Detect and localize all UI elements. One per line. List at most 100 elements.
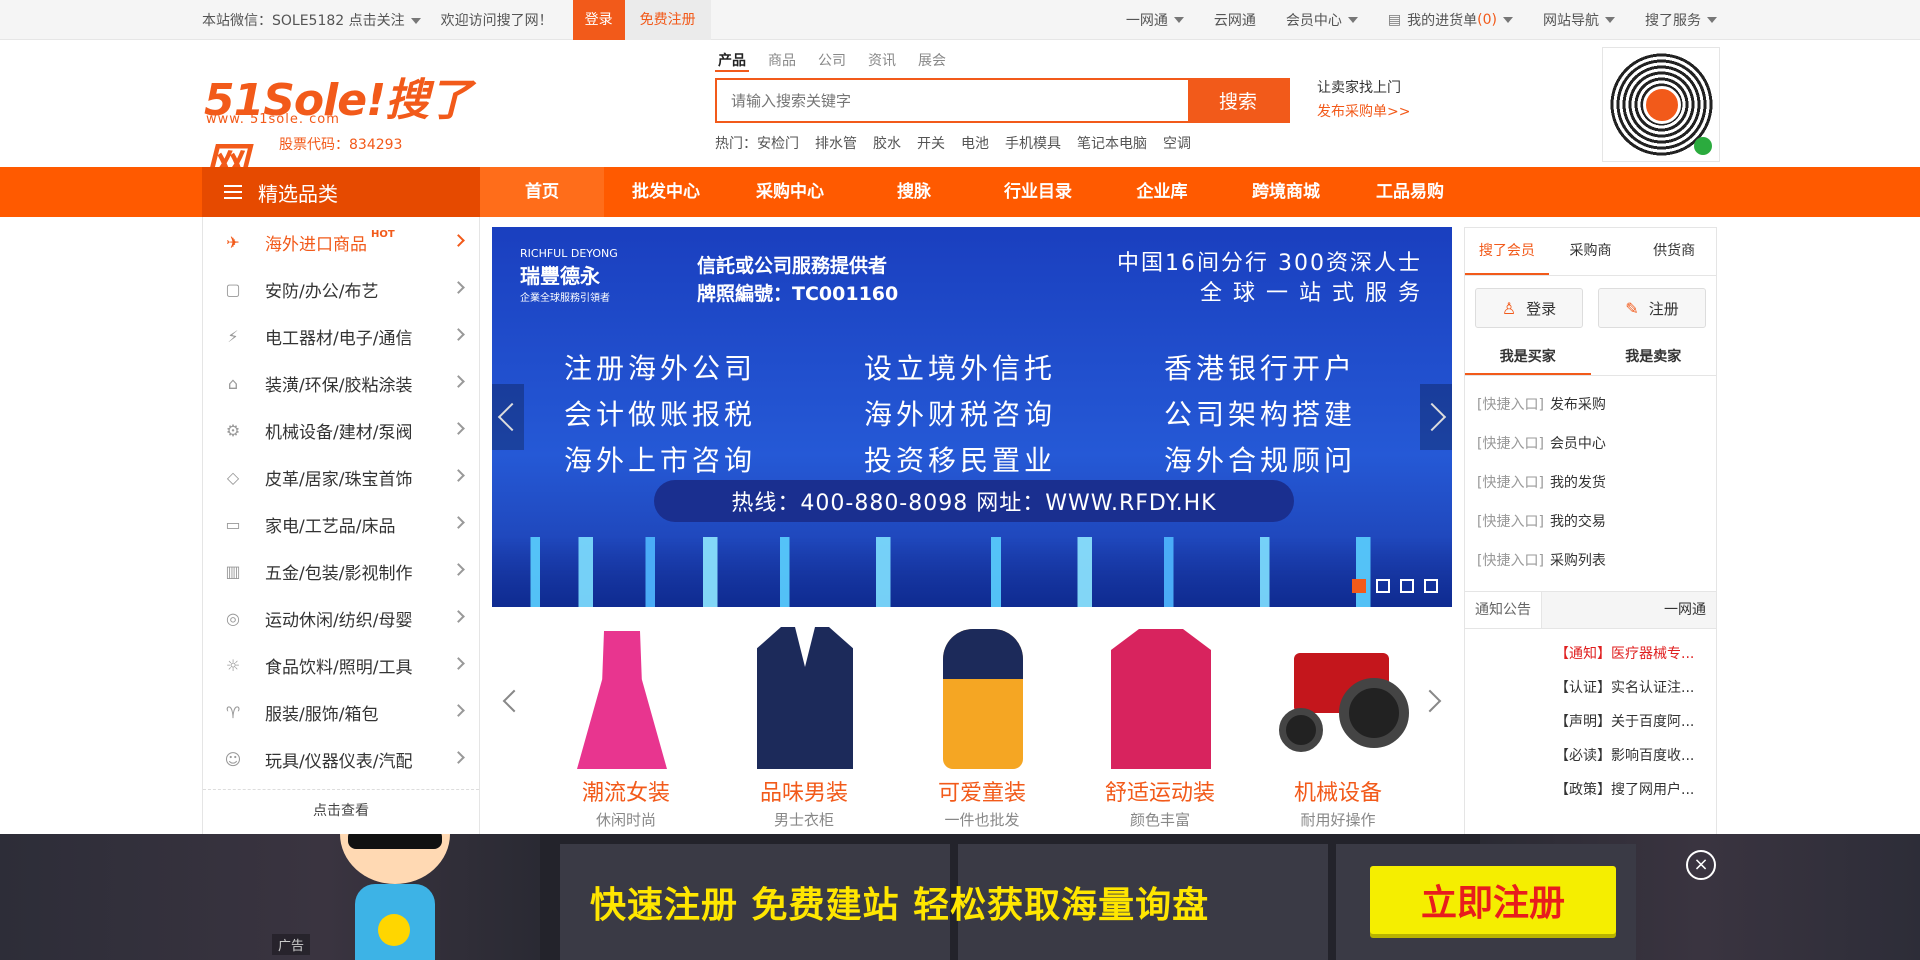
search-tab-goods[interactable]: 商品	[765, 48, 799, 72]
chevron-right-icon	[452, 704, 465, 717]
hot-keyword[interactable]: 开关	[917, 133, 945, 153]
quick-link[interactable]: [快捷入口] 我的交易	[1477, 501, 1704, 540]
yunwangtong-link[interactable]: 云网通	[1214, 10, 1256, 30]
quick-link[interactable]: [快捷入口] 采购列表	[1477, 540, 1704, 579]
category-item[interactable]: ◎ 运动休闲/纺织/母婴	[203, 595, 479, 642]
hardware-icon: ▥	[225, 561, 241, 581]
category-item[interactable]: ☼ 食品饮料/照明/工具	[203, 642, 479, 689]
banner-service: 香港银行开户	[1164, 352, 1357, 385]
banner-service: 设立境外信托	[864, 352, 1057, 385]
carousel-dot[interactable]	[1424, 579, 1438, 593]
quick-link[interactable]: [快捷入口] 我的发货	[1477, 462, 1704, 501]
notice-item[interactable]: 【通知】医疗器械专...	[1555, 643, 1704, 677]
carousel-dot[interactable]	[1376, 579, 1390, 593]
category-header[interactable]: 精选品类	[202, 167, 480, 217]
site-nav-menu[interactable]: 网站导航	[1543, 10, 1615, 30]
notice-item[interactable]: 【认证】实名认证注...	[1555, 677, 1704, 711]
nav-crossborder[interactable]: 跨境商城	[1224, 167, 1348, 217]
search-tab-news[interactable]: 资讯	[865, 48, 899, 72]
wechat-follow[interactable]: 本站微信：SOLE5182 点击关注	[202, 10, 421, 30]
order-list-menu[interactable]: ▤ 我的进货单 (0)	[1388, 10, 1513, 30]
nav-industry[interactable]: 行业目录	[976, 167, 1100, 217]
category-item[interactable]: ⌂ 装潢/环保/胶粘涂装	[203, 360, 479, 407]
notice-item[interactable]: 【政策】搜了网用户...	[1555, 779, 1704, 813]
category-item[interactable]: ⚡ 电工器材/电子/通信	[203, 313, 479, 360]
hot-keyword[interactable]: 胶水	[873, 133, 901, 153]
banner-service: 海外财税咨询	[864, 398, 1057, 431]
tab-buyer[interactable]: 采购商	[1549, 228, 1633, 275]
yiwangtong-menu[interactable]: 一网通	[1126, 10, 1184, 30]
product-card[interactable]: 潮流女装 休闲时尚	[537, 623, 715, 830]
banner-carousel[interactable]: RICHFUL DEYONG 瑞豐德永 企業全球服務引領者 信託或公司服務提供者…	[492, 227, 1452, 607]
product-card[interactable]: 可爱童装 一件也批发	[893, 623, 1071, 830]
category-item[interactable]: ⚙ 机械设备/建材/泵阀	[203, 407, 479, 454]
notice-item[interactable]: 【声明】关于百度阿...	[1555, 711, 1704, 745]
product-card[interactable]: 舒适运动装 颜色丰富	[1071, 623, 1249, 830]
carousel-dot[interactable]	[1352, 579, 1366, 593]
products-prev-button[interactable]	[502, 689, 526, 713]
category-item[interactable]: ▢ 安防/办公/布艺	[203, 266, 479, 313]
service-menu[interactable]: 搜了服务	[1645, 10, 1717, 30]
login-link[interactable]: 登录	[572, 0, 625, 40]
decor-icon: ⌂	[227, 373, 239, 393]
top-bar: 本站微信：SOLE5182 点击关注 欢迎访问搜了网！ 登录 免费注册 一网通 …	[0, 0, 1920, 40]
quick-link[interactable]: [快捷入口] 会员中心	[1477, 423, 1704, 462]
nav-companies[interactable]: 企业库	[1100, 167, 1224, 217]
hot-keywords: 热门： 安检门 排水管 胶水 开关 电池 手机模具 笔记本电脑 空调	[715, 133, 1290, 153]
register-link[interactable]: 免费注册	[624, 0, 711, 40]
search-tab-product[interactable]: 产品	[715, 48, 749, 72]
chevron-down-icon	[1605, 17, 1615, 23]
member-center-menu[interactable]: 会员中心	[1286, 10, 1358, 30]
nav-industrial[interactable]: 工品易购	[1348, 167, 1472, 217]
tab-notices[interactable]: 通知公告	[1465, 592, 1542, 628]
banner-services: 注册海外公司 设立境外信托 香港银行开户 会计做账报税 海外财税咨询 公司架构搭…	[564, 347, 1384, 479]
close-icon[interactable]: ×	[1686, 850, 1716, 880]
nav-soumai[interactable]: 搜脉	[852, 167, 976, 217]
tab-i-am-buyer[interactable]: 我是买家	[1465, 340, 1591, 375]
bottom-ad-banner[interactable]: 广告 快速注册 免费建站 轻松获取海量询盘 立即注册 ×	[0, 834, 1920, 960]
search-input[interactable]	[717, 80, 1188, 121]
nav-purchase[interactable]: 采购中心	[728, 167, 852, 217]
category-item[interactable]: ▥ 五金/包装/影视制作	[203, 548, 479, 595]
tab-i-am-seller[interactable]: 我是卖家	[1591, 340, 1717, 375]
category-item[interactable]: ▭ 家电/工艺品/床品	[203, 501, 479, 548]
hot-keyword[interactable]: 手机模具	[1005, 133, 1061, 153]
category-item[interactable]: ◇ 皮革/居家/珠宝首饰	[203, 454, 479, 501]
view-more-link[interactable]: 点击查看	[203, 789, 479, 829]
carousel-dot[interactable]	[1400, 579, 1414, 593]
category-item[interactable]: ♈ 服装/服饰/箱包	[203, 689, 479, 736]
product-card[interactable]: 品味男装 男士衣柜	[715, 623, 893, 830]
notice-item[interactable]: 【必读】影响百度收...	[1555, 745, 1704, 779]
nav-home[interactable]: 首页	[480, 167, 604, 217]
hot-keyword[interactable]: 笔记本电脑	[1077, 133, 1147, 153]
electric-icon: ⚡	[227, 326, 239, 346]
chevron-down-icon	[410, 18, 421, 24]
tab-supplier[interactable]: 供货商	[1632, 228, 1716, 275]
nav-wholesale[interactable]: 批发中心	[604, 167, 728, 217]
search-tab-expo[interactable]: 展会	[915, 48, 949, 72]
tab-yiwangtong[interactable]: 一网通	[1654, 592, 1716, 628]
ad-slogan: 快速注册 免费建站 轻松获取海量询盘	[590, 885, 1210, 926]
quick-links: [快捷入口] 发布采购 [快捷入口] 会员中心 [快捷入口] 我的发货 [快捷入口] 我…	[1465, 376, 1716, 587]
search-tab-company[interactable]: 公司	[815, 48, 849, 72]
hot-keyword[interactable]: 电池	[961, 133, 989, 153]
chevron-right-icon	[452, 328, 465, 341]
category-item[interactable]: ☺ 玩具/仪器仪表/汽配	[203, 736, 479, 783]
quick-link[interactable]: [快捷入口] 发布采购	[1477, 384, 1704, 423]
kids-outfit-image	[893, 623, 1071, 773]
hot-keyword[interactable]: 空调	[1163, 133, 1191, 153]
hot-keyword[interactable]: 安检门	[757, 133, 799, 153]
side-register-button[interactable]: ✎ 注册	[1598, 288, 1706, 328]
ad-register-button[interactable]: 立即注册	[1370, 866, 1616, 934]
banner-next-button[interactable]	[1420, 384, 1452, 450]
site-logo[interactable]: 51Sole!搜了网 www. 51sole. com 股票代码：834293	[204, 64, 494, 190]
tab-member[interactable]: 搜了会员	[1465, 228, 1549, 275]
search-button[interactable]: 搜索	[1188, 80, 1288, 121]
ball-icon: ◎	[226, 608, 240, 628]
hot-keyword[interactable]: 排水管	[815, 133, 857, 153]
side-login-button[interactable]: ♙ 登录	[1475, 288, 1583, 328]
product-card[interactable]: 机械设备 耐用好操作	[1249, 623, 1427, 830]
banner-prev-button[interactable]	[492, 384, 524, 450]
post-purchase-link[interactable]: 发布采购单>>	[1317, 101, 1410, 121]
category-item[interactable]: ✈ 海外进口商品 HOT	[203, 219, 479, 266]
